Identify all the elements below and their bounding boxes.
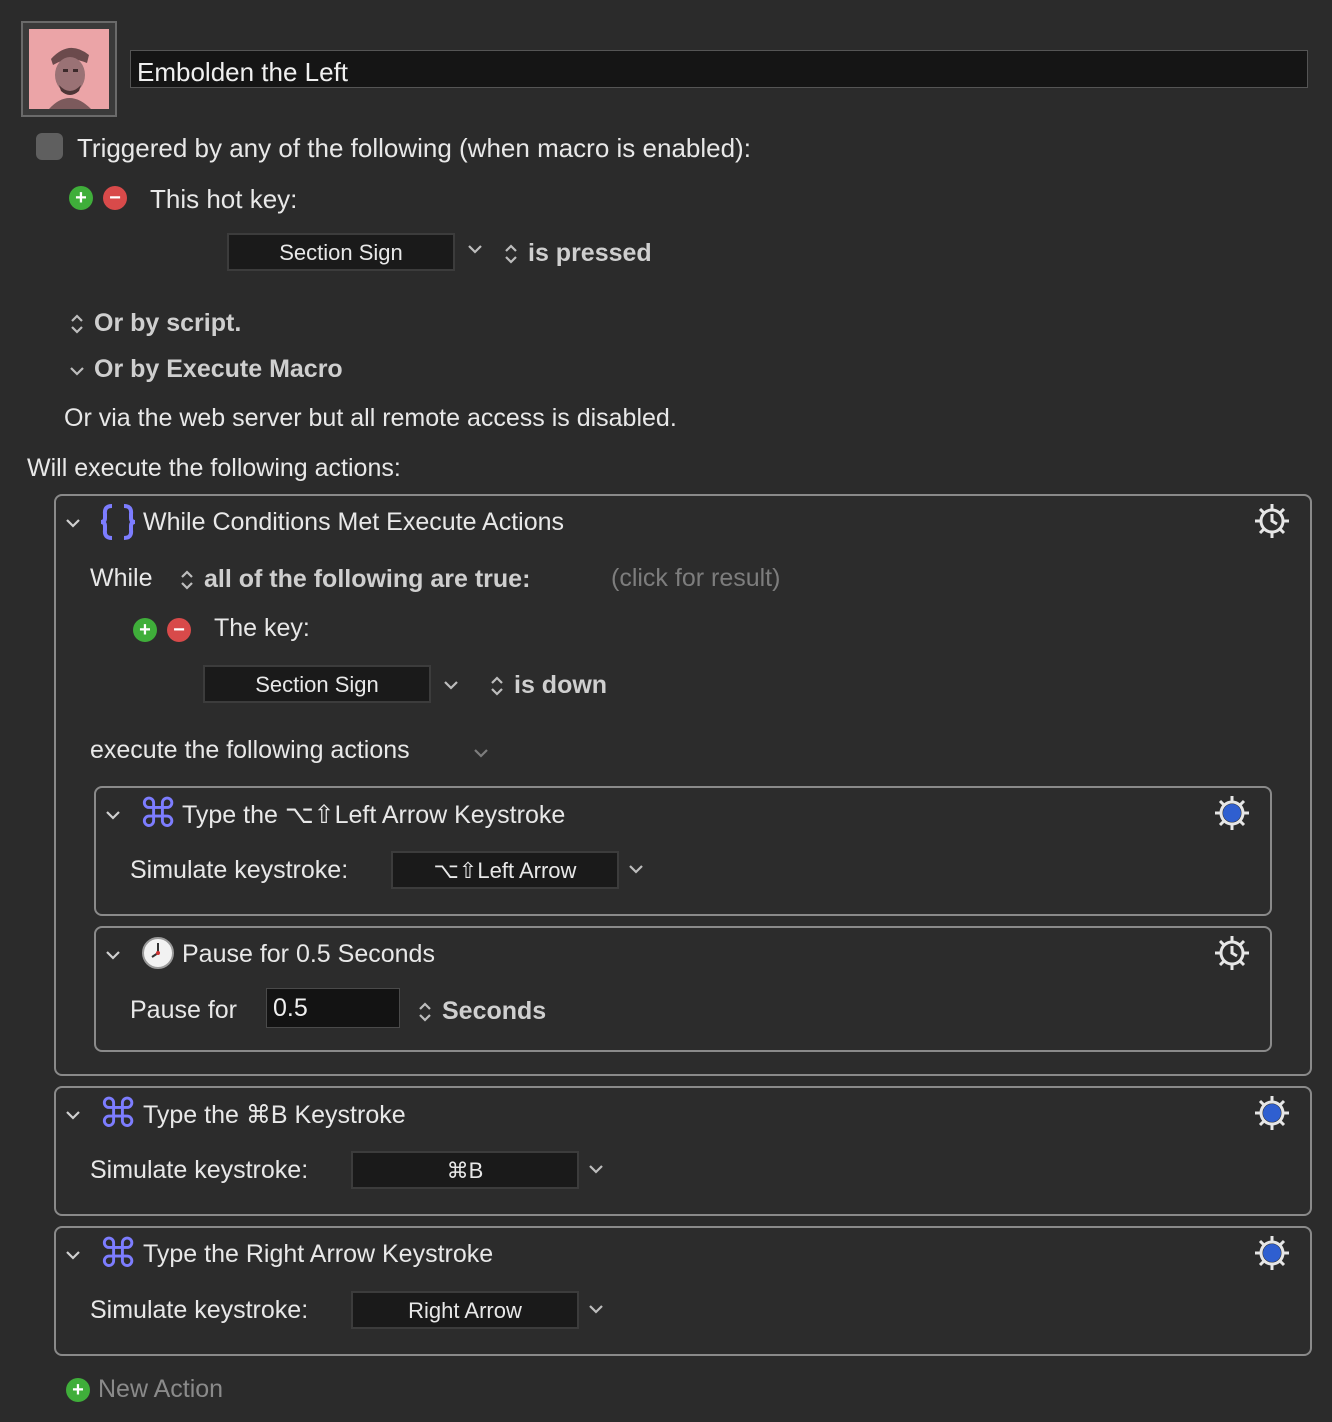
while-collapse-chevron-icon[interactable] — [64, 514, 82, 537]
hotkey-label: This hot key: — [150, 184, 298, 214]
condition-mode-popup[interactable]: all of the following are true: — [204, 565, 530, 594]
click-for-result-link[interactable]: (click for result) — [611, 564, 780, 593]
action-3-title: Type the Right Arrow Keystroke — [143, 1240, 494, 1268]
pause-unit-popup[interactable]: Seconds — [442, 997, 546, 1026]
clock-icon — [141, 936, 175, 975]
or-by-script-toggle[interactable]: Or by script. — [94, 309, 241, 338]
hotkey-state-popup[interactable]: is pressed — [528, 239, 652, 268]
action-2-title: Type the ⌘B Keystroke — [143, 1101, 406, 1129]
action-3-gear-icon[interactable] — [1253, 1234, 1291, 1272]
trigger-enabled-checkbox[interactable] — [36, 133, 63, 160]
execute-actions-chevron-icon[interactable] — [472, 744, 490, 767]
macro-name-field[interactable]: Embolden the Left — [130, 50, 1308, 88]
sub-action-2-gear-icon[interactable] — [1213, 934, 1251, 972]
action-2-simulate-label: Simulate keystroke: — [90, 1156, 309, 1184]
while-action-title: While Conditions Met Execute Actions — [143, 508, 565, 536]
or-script-updown-icon[interactable] — [68, 312, 86, 341]
sub-action-1-chevron-down-icon[interactable] — [627, 860, 645, 883]
pause-duration-input[interactable]: 0.5 — [266, 988, 400, 1028]
action-3-keystroke-field[interactable]: Right Arrow — [351, 1291, 579, 1329]
new-action-button[interactable]: New Action — [98, 1375, 223, 1404]
remove-condition-icon[interactable] — [167, 618, 191, 642]
sub-action-1-gear-icon[interactable] — [1213, 794, 1251, 832]
key-state-updown-icon[interactable] — [488, 674, 506, 703]
sub-action-2-chevron-icon[interactable] — [104, 946, 122, 969]
new-action-icon[interactable] — [66, 1378, 90, 1402]
braces-icon — [98, 502, 138, 547]
action-2-gear-icon[interactable] — [1253, 1094, 1291, 1132]
sub-action-1-chevron-icon[interactable] — [104, 806, 122, 829]
command-key-icon: ⌘ — [98, 1232, 138, 1276]
sub-action-1-title: Type the ⌥⇧Left Arrow Keystroke — [182, 801, 566, 829]
while-label: While — [90, 564, 153, 592]
trigger-header: Triggered by any of the following (when … — [77, 133, 751, 163]
action-2-chevron-icon[interactable] — [64, 1106, 82, 1129]
key-state-popup[interactable]: is down — [514, 671, 607, 700]
command-key-icon: ⌘ — [138, 792, 178, 836]
actions-header: Will execute the following actions: — [27, 454, 401, 482]
action-3-chevron-down-icon[interactable] — [587, 1300, 605, 1323]
hotkey-chevron-down-icon[interactable] — [466, 240, 484, 264]
macro-icon-image — [29, 29, 109, 109]
pause-for-label: Pause for — [130, 996, 238, 1024]
command-key-icon: ⌘ — [98, 1092, 138, 1136]
hotkey-state-updown-icon[interactable] — [502, 242, 520, 271]
while-gear-icon[interactable] — [1253, 502, 1291, 540]
remove-trigger-icon[interactable] — [103, 186, 127, 210]
condition-mode-updown-icon[interactable] — [178, 568, 196, 597]
or-execute-macro-chevron-icon[interactable] — [68, 362, 86, 385]
macro-icon-well[interactable] — [21, 21, 117, 117]
condition-key-label: The key: — [214, 614, 310, 642]
or-by-execute-macro-toggle[interactable]: Or by Execute Macro — [94, 355, 343, 384]
action-2-keystroke-field[interactable]: ⌘B — [351, 1151, 579, 1189]
action-3-simulate-label: Simulate keystroke: — [90, 1296, 309, 1324]
condition-key-chevron-down-icon[interactable] — [442, 676, 460, 699]
web-server-note: Or via the web server but all remote acc… — [64, 404, 677, 432]
action-3-chevron-icon[interactable] — [64, 1246, 82, 1269]
execute-actions-label: execute the following actions — [90, 736, 410, 764]
hotkey-field[interactable]: Section Sign — [227, 233, 455, 271]
sub-action-2-title: Pause for 0.5 Seconds — [182, 940, 435, 968]
add-condition-icon[interactable] — [133, 618, 157, 642]
sub-action-1-simulate-label: Simulate keystroke: — [130, 856, 349, 884]
add-trigger-icon[interactable] — [69, 186, 93, 210]
pause-unit-updown-icon[interactable] — [416, 1000, 434, 1029]
action-2-chevron-down-icon[interactable] — [587, 1160, 605, 1183]
sub-action-1-keystroke-field[interactable]: ⌥⇧Left Arrow — [391, 851, 619, 889]
condition-key-field[interactable]: Section Sign — [203, 665, 431, 703]
